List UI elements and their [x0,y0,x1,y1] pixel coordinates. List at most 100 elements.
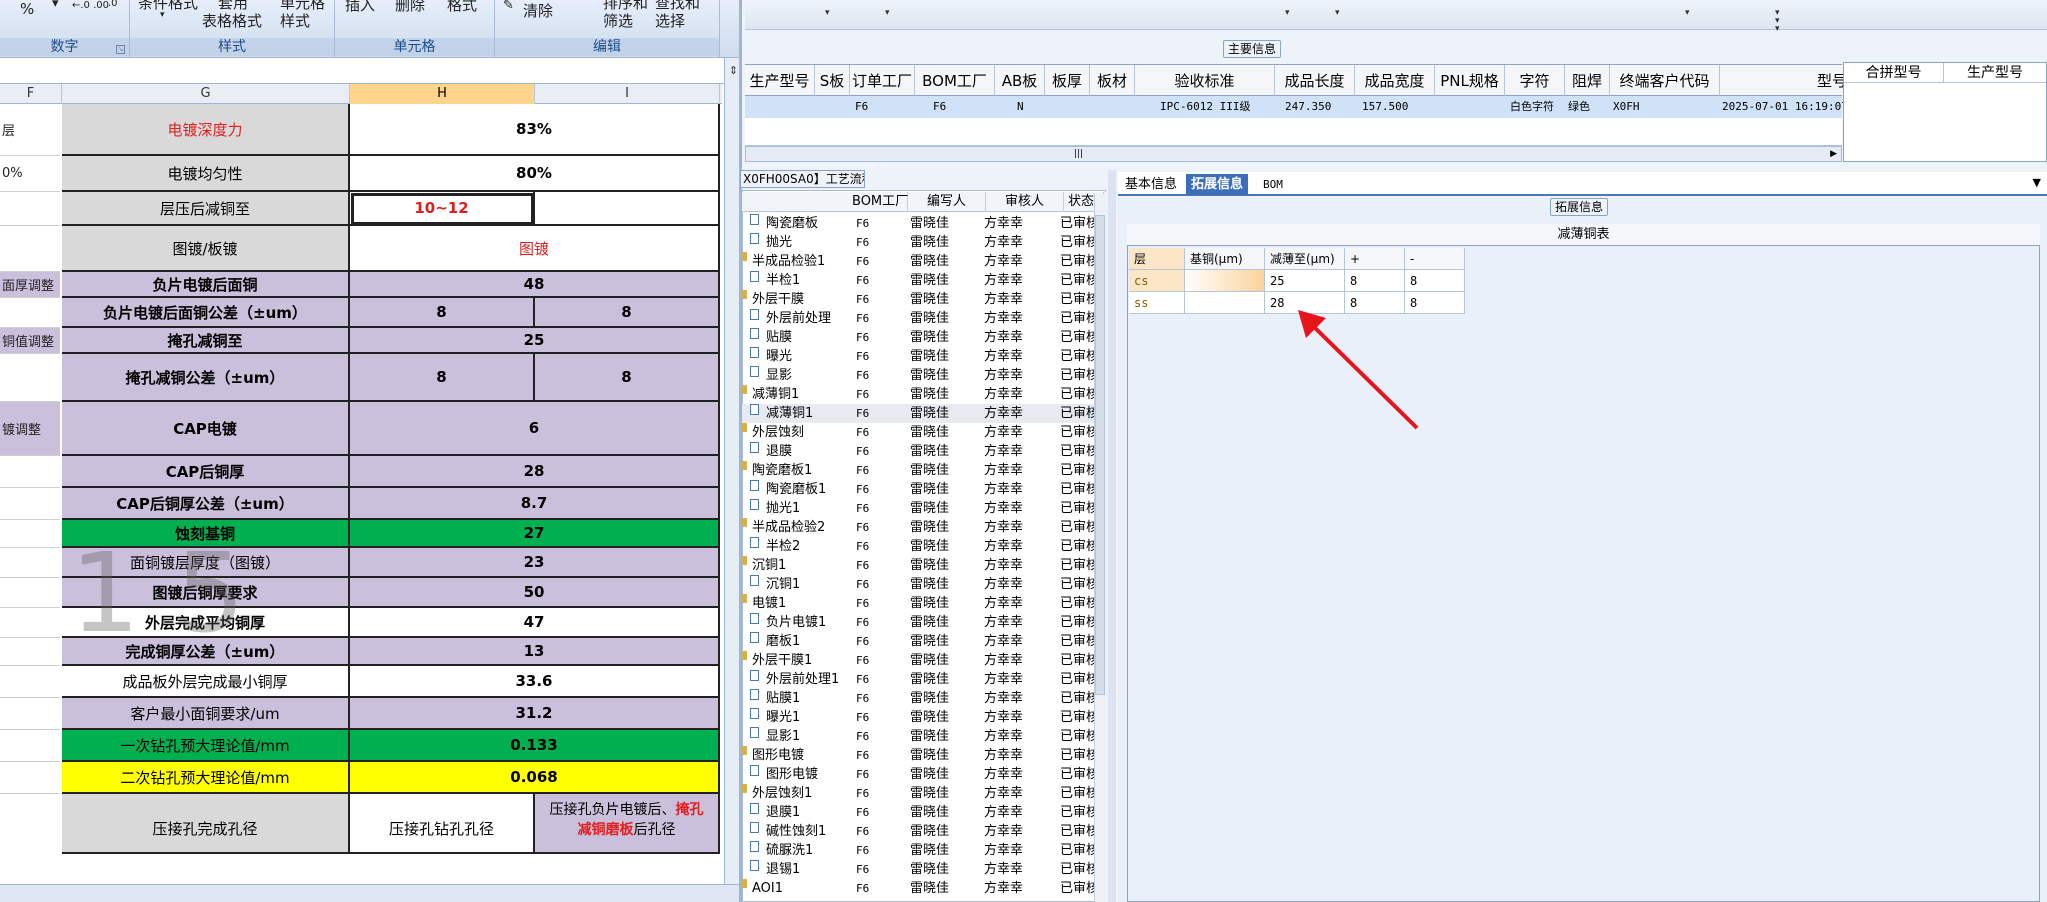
ext-header-cell[interactable]: 减薄至(μm) [1265,248,1345,270]
process-row[interactable]: 半检2 F6 雷晓佳 方幸幸 已审核 [742,537,1099,556]
cell-h-value[interactable]: 8 [350,298,535,328]
cell-g-label[interactable]: 层压后减铜至 [62,192,350,226]
process-scroll-thumb[interactable] [1095,215,1105,695]
main-header-cell[interactable]: 验收标准 [1135,65,1275,97]
cell-g-label[interactable]: 负片电镀后面铜 [62,272,350,298]
column-f-cell[interactable] [0,698,60,730]
column-f-cell[interactable]: 面厚调整 [0,272,60,298]
sort-filter-label[interactable]: 筛选 [603,10,633,31]
cell-g-label[interactable]: 一次钻孔预大理论值/mm [62,730,350,762]
merge-header-production[interactable]: 生产型号 [1944,63,2046,83]
ext-cell-minus[interactable]: 8 [1405,270,1465,292]
cell-h-value[interactable]: 13 [350,638,720,666]
cell-h-value[interactable]: 10~12 [350,192,535,226]
process-row[interactable]: 曝光1 F6 雷晓佳 方幸幸 已审核 [742,708,1099,727]
column-f-cell[interactable] [0,638,60,666]
column-f-cell[interactable] [0,226,60,272]
scroll-right-icon[interactable]: ▶ [1830,147,1837,161]
increase-decimal-button[interactable]: ←.0 .00 [72,0,109,11]
main-header-cell[interactable]: 终端客户代码 [1610,65,1720,97]
cell-h-value[interactable]: 23 [350,548,720,578]
merge-header-model[interactable]: 合拼型号 [1844,63,1944,83]
process-row[interactable]: 退膜1 F6 雷晓佳 方幸幸 已审核 [742,803,1099,822]
formula-expand-icon[interactable]: ⇕ [724,58,739,84]
cell-g-label[interactable]: 二次钻孔预大理论值/mm [62,762,350,794]
cell-h-value[interactable]: 25 [350,328,720,354]
process-row[interactable]: 外层前处理1 F6 雷晓佳 方幸幸 已审核 [742,670,1099,689]
cell-h-value[interactable]: 压接孔钻孔孔径 [350,794,535,854]
column-f-cell[interactable]: 铜值调整 [0,328,60,354]
cell-i-empty[interactable] [535,192,720,226]
main-header-cell[interactable]: 板厚 [1045,65,1090,97]
find-select-label[interactable]: 选择 [655,10,685,31]
main-header-cell[interactable]: 成品宽度 [1355,65,1435,97]
cell-h-value[interactable]: 47 [350,608,720,638]
cell-h-value[interactable]: 8.7 [350,488,720,520]
cell-i-value[interactable]: 8 [535,354,720,402]
process-row[interactable]: 抛光1 F6 雷晓佳 方幸幸 已审核 [742,499,1099,518]
cell-h-value[interactable]: 33.6 [350,666,720,698]
clear-button[interactable]: 清除 [523,0,553,21]
column-f-cell[interactable] [0,192,60,226]
tab-extended-info[interactable]: 拓展信息 [1186,174,1249,195]
cell-g-label[interactable]: 电镀深度力 [62,104,350,156]
cell-h-value[interactable]: 27 [350,520,720,548]
column-f-cell[interactable] [0,298,60,328]
process-row[interactable]: 贴膜1 F6 雷晓佳 方幸幸 已审核 [742,689,1099,708]
tab-basic-info[interactable]: 基本信息 [1120,174,1182,195]
cell-h-value[interactable]: 80% [350,156,720,192]
spreadsheet-grid[interactable]: 层电镀深度力 83% 0% 电镀均匀性 80% 层压后减铜至 10~12 图镀/板镀 图镀 面厚调… [0,104,722,894]
process-row[interactable]: 显影1 F6 雷晓佳 方幸幸 已审核 [742,727,1099,746]
main-info-horizontal-scrollbar[interactable]: ||| ▶ [745,146,1842,162]
ext-cell-thin[interactable]: 25 [1265,270,1345,292]
column-f-cell[interactable] [0,520,60,548]
main-header-cell[interactable]: 板材 [1090,65,1135,97]
chevron-down-icon[interactable]: ▾ [825,8,830,18]
column-f-cell[interactable] [0,488,60,520]
ext-header-cell[interactable]: 基铜(μm) [1185,248,1265,270]
process-row[interactable]: 陶瓷磨板1 F6 雷晓佳 方幸幸 已审核 [742,480,1099,499]
horizontal-scrollbar[interactable] [0,884,739,902]
process-header-reviewer[interactable]: 审核人 [986,192,1064,212]
ext-header-cell[interactable]: 层 [1129,248,1185,270]
process-row[interactable]: 贴膜 F6 雷晓佳 方幸幸 已审核 [742,328,1099,347]
cell-h-value[interactable]: 6 [350,402,720,456]
ext-cell-layer[interactable]: cs [1129,270,1185,292]
process-row[interactable]: 减薄铜1 F6 雷晓佳 方幸幸 已审核 [742,404,1099,423]
process-row[interactable]: 负片电镀1 F6 雷晓佳 方幸幸 已审核 [742,613,1099,632]
main-header-cell[interactable]: PNL规格 [1435,65,1505,97]
main-header-cell[interactable]: 阻焊 [1565,65,1610,97]
ext-cell-base[interactable] [1185,292,1265,314]
ext-cell-plus[interactable]: 8 [1345,270,1405,292]
cell-g-label[interactable]: CAP后铜厚公差（±um） [62,488,350,520]
column-f-cell[interactable] [0,578,60,608]
dropdown-arrow-icon[interactable]: ▼ [2033,176,2041,189]
column-f-cell[interactable]: 层 [0,104,60,156]
cell-h-value[interactable]: 8 [350,354,535,402]
process-row[interactable]: 外层干膜1 F6 雷晓佳 方幸幸 已审核 [742,651,1099,670]
process-row[interactable]: 磨板1 F6 雷晓佳 方幸幸 已审核 [742,632,1099,651]
main-header-cell[interactable]: BOM工厂 [915,65,995,97]
percent-button[interactable]: % [20,0,34,18]
insert-button[interactable]: 插入 [345,0,375,15]
column-f-cell[interactable]: 镀调整 [0,402,60,456]
process-row[interactable]: 沉铜1 F6 雷晓佳 方幸幸 已审核 [742,575,1099,594]
scroll-grip-icon[interactable]: ||| [1074,147,1083,161]
cell-h-value[interactable]: 图镀 [350,226,720,272]
cell-g-label[interactable]: 掩孔减铜至 [62,328,350,354]
tab-bom[interactable]: BOM [1258,174,1288,195]
cell-h-value[interactable]: 0.133 [350,730,720,762]
process-row[interactable]: 陶瓷磨板 F6 雷晓佳 方幸幸 已审核 [742,214,1099,233]
dialog-launcher-icon[interactable]: ↘ [116,45,125,54]
chevron-down-icon[interactable]: ▾ [1775,24,1780,34]
cell-g-label[interactable]: CAP后铜厚 [62,456,350,488]
cell-g-label[interactable]: 压接孔完成孔径 [62,794,350,854]
main-header-cell[interactable]: 成品长度 [1275,65,1355,97]
cell-i-value[interactable]: 压接孔负片电镀后、掩孔 减铜磨板后孔径 [535,794,720,854]
cell-g-label[interactable]: 电镀均匀性 [62,156,350,192]
cell-g-label[interactable]: 成品板外层完成最小铜厚 [62,666,350,698]
process-row[interactable]: 退锡1 F6 雷晓佳 方幸幸 已审核 [742,860,1099,879]
decrease-decimal-button[interactable]: .0 [108,0,118,9]
formula-bar[interactable]: ⇕ [0,58,739,84]
process-row[interactable]: 半成品检验1 F6 雷晓佳 方幸幸 已审核 [742,252,1099,271]
